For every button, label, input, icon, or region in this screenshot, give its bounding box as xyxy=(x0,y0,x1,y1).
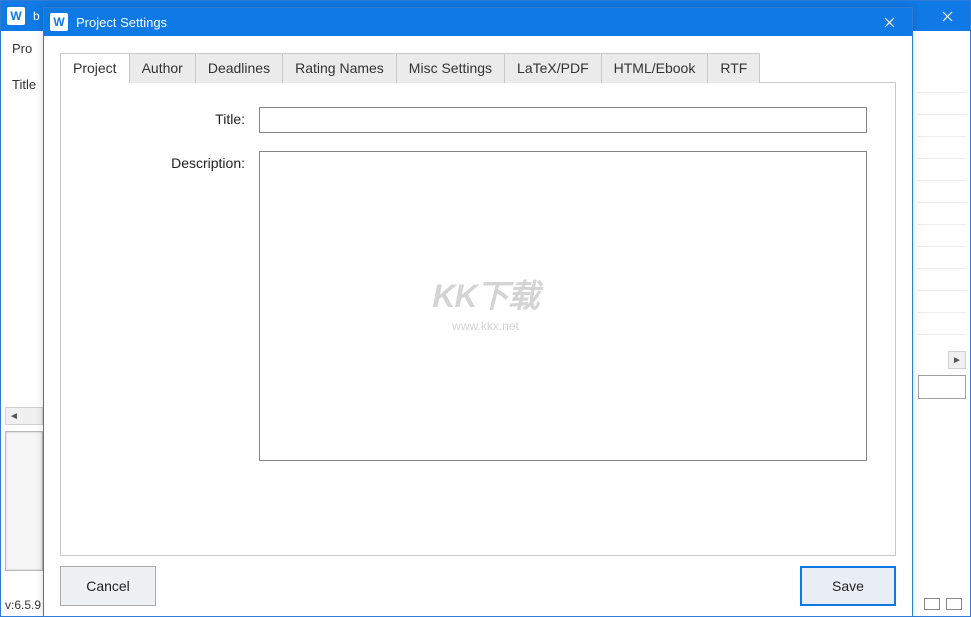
tab-deadlines[interactable]: Deadlines xyxy=(196,53,283,83)
dialog-close-button[interactable] xyxy=(866,8,912,36)
dialog-titlebar[interactable]: W Project Settings xyxy=(44,8,912,36)
parent-right-scroll-button[interactable]: ► xyxy=(948,351,966,369)
save-button[interactable]: Save xyxy=(800,566,896,606)
parent-version-label: v:6.5.9 xyxy=(5,598,41,612)
tab-html-ebook[interactable]: HTML/Ebook xyxy=(602,53,709,83)
parent-left-tab-1[interactable]: Title xyxy=(8,73,40,95)
description-textarea[interactable] xyxy=(259,151,867,461)
title-label: Title: xyxy=(89,107,259,133)
app-icon: W xyxy=(7,7,25,25)
close-icon xyxy=(884,17,895,28)
tab-project[interactable]: Project xyxy=(60,53,130,83)
tab-latex-pdf[interactable]: LaTeX/PDF xyxy=(505,53,602,83)
dialog-button-bar: Cancel Save xyxy=(60,556,896,616)
tabstrip: Project Author Deadlines Rating Names Mi… xyxy=(60,52,896,83)
parent-window-title: b xyxy=(33,9,40,23)
status-icon-2[interactable] xyxy=(946,598,962,610)
tab-author[interactable]: Author xyxy=(130,53,196,83)
chevron-left-icon: ◄ xyxy=(6,411,22,422)
parent-left-column: Pro Title xyxy=(8,37,40,95)
dialog-title: Project Settings xyxy=(76,15,167,30)
tab-panel-project: Title: Description: xyxy=(60,83,896,556)
parent-horizontal-scrollbar[interactable]: ◄ xyxy=(5,407,43,425)
parent-left-tab-0[interactable]: Pro xyxy=(8,37,40,59)
title-input[interactable] xyxy=(259,107,867,133)
parent-preview-panel xyxy=(5,431,43,571)
project-settings-dialog: W Project Settings Project Author Deadli… xyxy=(43,7,913,617)
parent-close-button[interactable] xyxy=(924,1,970,31)
cancel-button[interactable]: Cancel xyxy=(60,566,156,606)
tab-rtf[interactable]: RTF xyxy=(708,53,760,83)
parent-statusbar-icons xyxy=(924,598,962,610)
tab-rating-names[interactable]: Rating Names xyxy=(283,53,397,83)
parent-right-input[interactable] xyxy=(918,375,966,399)
tab-misc-settings[interactable]: Misc Settings xyxy=(397,53,505,83)
description-label: Description: xyxy=(89,151,259,461)
status-icon-1[interactable] xyxy=(924,598,940,610)
dialog-app-icon: W xyxy=(50,13,68,31)
chevron-right-icon: ► xyxy=(952,355,962,366)
